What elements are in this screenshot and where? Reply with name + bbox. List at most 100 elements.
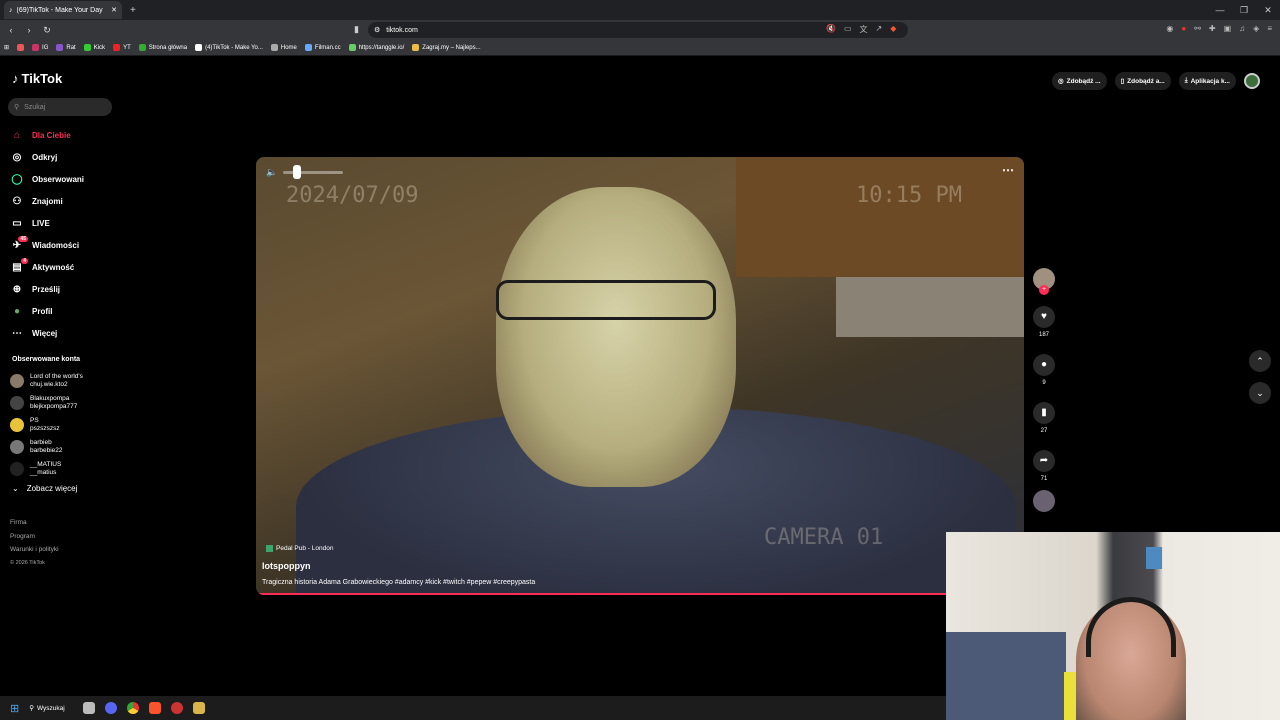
- menu-icon[interactable]: ≡: [1267, 24, 1272, 33]
- followed-account[interactable]: Blakuxpompa blejkxpompa777: [10, 392, 120, 414]
- windows-start-icon[interactable]: ⊞: [10, 702, 19, 715]
- browser-tab[interactable]: ♪ (69)TikTok - Make Your Day ✕: [4, 1, 122, 19]
- tiktok-logo[interactable]: ♪ TikTok: [12, 71, 62, 86]
- desktop-app-button[interactable]: ⤓ Aplikacja k...: [1178, 72, 1236, 90]
- bookmark-item[interactable]: YT: [113, 44, 131, 51]
- bookmark-item[interactable]: Kick: [83, 44, 105, 51]
- volume-knob[interactable]: [293, 165, 302, 179]
- file-explorer-icon[interactable]: [83, 702, 96, 714]
- save-button[interactable]: ▮: [1033, 402, 1055, 424]
- app-icon[interactable]: [171, 702, 184, 714]
- nav-friends[interactable]: ⚇ Znajomi: [10, 190, 120, 212]
- site-info-icon[interactable]: ⚙: [374, 26, 380, 34]
- close-window-button[interactable]: ✕: [1256, 5, 1280, 16]
- volume-control[interactable]: 🔈: [266, 165, 344, 179]
- brave-icon[interactable]: [149, 702, 162, 714]
- chevron-down-icon: ⌄: [12, 484, 19, 493]
- search-placeholder: Szukaj: [24, 103, 46, 111]
- share-icon[interactable]: ↗: [876, 24, 883, 35]
- forward-button[interactable]: ›: [22, 25, 36, 35]
- extension-icon[interactable]: ◉: [1166, 24, 1173, 33]
- nav-following[interactable]: ◯ Obserwowani: [10, 168, 120, 190]
- next-video-button[interactable]: ⌄: [1249, 382, 1271, 404]
- video-player[interactable]: 2024/07/09 10:15 PM CAMERA 01 🔈 ⋯ Pedal …: [256, 157, 1024, 595]
- browser-tab-bar: ♪ (69)TikTok - Make Your Day ✕ + — ❐ ✕: [0, 0, 1280, 20]
- get-coins-button[interactable]: ◎ Zdobądź ...: [1051, 72, 1107, 90]
- nav-upload[interactable]: ⊕ Prześlij: [10, 278, 120, 300]
- sidebar-icon[interactable]: ▣: [1224, 24, 1232, 33]
- footer-link[interactable]: Program: [10, 530, 59, 544]
- nav-for-you[interactable]: ⌂ Dla Ciebie: [10, 124, 120, 146]
- more-options-button[interactable]: ⋯: [1002, 163, 1014, 177]
- close-tab-icon[interactable]: ✕: [111, 6, 117, 14]
- sidebar-nav: ⌂ Dla Ciebie ◎ Odkryj ◯ Obserwowani ⚇ Znajom…: [10, 124, 120, 344]
- vpn-icon[interactable]: ⚯: [1194, 24, 1201, 33]
- get-app-button[interactable]: ▯ Zdobądź a...: [1114, 72, 1171, 90]
- footer-link[interactable]: Warunki i polityki: [10, 543, 59, 557]
- followed-account[interactable]: __MATIUS __matius: [10, 458, 120, 480]
- volume-slider[interactable]: [283, 165, 344, 179]
- bookmark-icon[interactable]: ▮: [354, 24, 359, 35]
- apps-icon[interactable]: ⊞: [4, 44, 9, 51]
- app-icon[interactable]: [193, 702, 206, 714]
- mute-icon[interactable]: 🔇: [826, 24, 836, 35]
- nav-messages[interactable]: ✈ 45 Wiadomości: [10, 234, 120, 256]
- avatar: [10, 418, 24, 432]
- profile-avatar[interactable]: [1244, 73, 1260, 89]
- music-icon: [266, 545, 273, 552]
- nav-profile[interactable]: ● Profil: [10, 300, 120, 322]
- cast-icon[interactable]: ▭: [844, 24, 852, 35]
- upload-icon: ⊕: [12, 283, 22, 295]
- footer-link[interactable]: Firma: [10, 516, 59, 530]
- reload-button[interactable]: ↻: [40, 25, 54, 36]
- video-author[interactable]: lotspoppyn: [262, 561, 311, 571]
- bookmark-item[interactable]: Zagraj.my – Najleps...: [412, 44, 481, 51]
- bookmark-item[interactable]: Strona główna: [138, 44, 187, 51]
- url-text: tiktok.com: [386, 26, 418, 34]
- bookmark-item[interactable]: [17, 44, 25, 51]
- bookmark-item[interactable]: Rat: [56, 44, 76, 51]
- follow-plus-icon[interactable]: +: [1039, 285, 1049, 295]
- puzzle-icon[interactable]: ✚: [1209, 24, 1216, 33]
- nav-live[interactable]: ▭ LIVE: [10, 212, 120, 234]
- see-more-button[interactable]: ⌄ Zobacz więcej: [12, 484, 77, 493]
- video-date-stamp: 2024/07/09: [286, 183, 419, 208]
- bookmark-item[interactable]: https://tanggle.io/: [348, 44, 404, 51]
- wallet-icon[interactable]: ◈: [1253, 24, 1259, 33]
- nav-activity[interactable]: ▤ 4 Aktywność: [10, 256, 120, 278]
- previous-video-button[interactable]: ⌃: [1249, 350, 1271, 372]
- followed-account[interactable]: Lord of the world's chuj.wie.kto2: [10, 370, 120, 392]
- video-camera-stamp: CAMERA 01: [764, 525, 884, 550]
- minimize-button[interactable]: —: [1208, 5, 1232, 15]
- search-icon: ⚲: [14, 104, 20, 111]
- like-button[interactable]: ♥: [1033, 306, 1055, 328]
- share-button[interactable]: ➦: [1033, 450, 1055, 472]
- nav-more[interactable]: ⋯ Więcej: [10, 322, 120, 344]
- friends-icon: ⚇: [12, 195, 22, 207]
- copyright: © 2026 TikTok: [10, 559, 45, 566]
- discord-icon[interactable]: [105, 702, 118, 714]
- bookmark-item[interactable]: Filman.cc: [304, 44, 341, 51]
- music-disc-avatar[interactable]: [1033, 490, 1055, 512]
- brave-shield-icon[interactable]: ◆: [890, 24, 896, 35]
- translate-icon[interactable]: 文: [860, 24, 868, 35]
- bookmark-item[interactable]: Home: [270, 44, 297, 51]
- maximize-button[interactable]: ❐: [1232, 5, 1256, 16]
- followed-account[interactable]: barbieb barbebie22: [10, 436, 120, 458]
- nav-explore[interactable]: ◎ Odkryj: [10, 146, 120, 168]
- search-input[interactable]: ⚲ Szukaj: [8, 98, 112, 116]
- record-icon[interactable]: ●: [1181, 24, 1186, 33]
- comment-button[interactable]: ●: [1033, 354, 1055, 376]
- speaker-icon[interactable]: 🔈: [266, 167, 277, 178]
- followed-account[interactable]: PS pszszszsz: [10, 414, 120, 436]
- music-label[interactable]: Pedal Pub - London: [266, 545, 333, 552]
- creator-avatar[interactable]: +: [1033, 268, 1055, 295]
- taskbar-search[interactable]: ⚲ Wyszukaj: [29, 700, 73, 716]
- chrome-icon[interactable]: [127, 702, 140, 714]
- new-tab-button[interactable]: +: [130, 5, 136, 16]
- bookmark-item[interactable]: (4)TikTok - Make Yo...: [195, 44, 263, 51]
- bookmark-item[interactable]: IG: [32, 44, 48, 51]
- video-progress-bar[interactable]: [256, 593, 1024, 595]
- music-icon[interactable]: ♫: [1239, 24, 1245, 33]
- back-button[interactable]: ‹: [4, 25, 18, 35]
